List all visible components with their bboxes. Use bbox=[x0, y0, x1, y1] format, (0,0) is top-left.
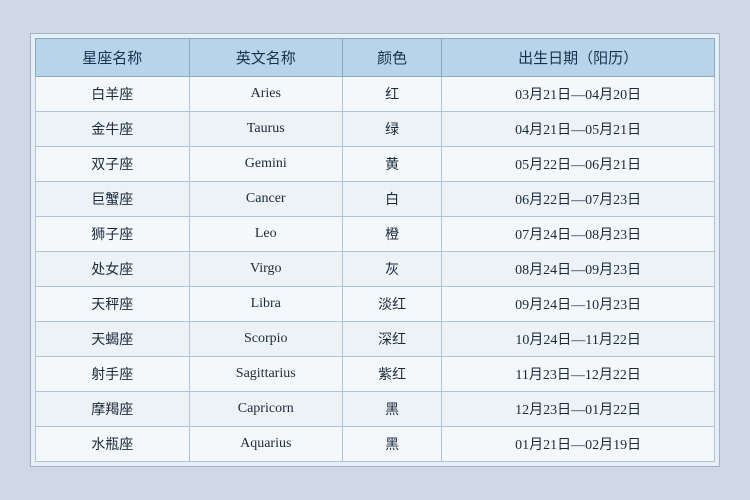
cell-english: Aries bbox=[189, 77, 343, 112]
cell-dates: 10月24日—11月22日 bbox=[442, 322, 715, 357]
col-header-chinese: 星座名称 bbox=[36, 39, 190, 77]
col-header-english: 英文名称 bbox=[189, 39, 343, 77]
cell-color: 紫红 bbox=[343, 357, 442, 392]
table-row: 水瓶座Aquarius黑01月21日—02月19日 bbox=[36, 427, 715, 462]
cell-dates: 04月21日—05月21日 bbox=[442, 112, 715, 147]
cell-dates: 05月22日—06月21日 bbox=[442, 147, 715, 182]
cell-english: Capricorn bbox=[189, 392, 343, 427]
cell-chinese: 狮子座 bbox=[36, 217, 190, 252]
col-header-dates: 出生日期（阳历） bbox=[442, 39, 715, 77]
cell-chinese: 巨蟹座 bbox=[36, 182, 190, 217]
cell-dates: 08月24日—09月23日 bbox=[442, 252, 715, 287]
table-row: 处女座Virgo灰08月24日—09月23日 bbox=[36, 252, 715, 287]
cell-color: 深红 bbox=[343, 322, 442, 357]
cell-dates: 03月21日—04月20日 bbox=[442, 77, 715, 112]
cell-english: Taurus bbox=[189, 112, 343, 147]
cell-english: Virgo bbox=[189, 252, 343, 287]
cell-color: 橙 bbox=[343, 217, 442, 252]
cell-english: Leo bbox=[189, 217, 343, 252]
cell-chinese: 双子座 bbox=[36, 147, 190, 182]
table-row: 巨蟹座Cancer白06月22日—07月23日 bbox=[36, 182, 715, 217]
cell-dates: 07月24日—08月23日 bbox=[442, 217, 715, 252]
cell-color: 黄 bbox=[343, 147, 442, 182]
cell-english: Gemini bbox=[189, 147, 343, 182]
table-row: 双子座Gemini黄05月22日—06月21日 bbox=[36, 147, 715, 182]
cell-chinese: 天蝎座 bbox=[36, 322, 190, 357]
zodiac-table: 星座名称 英文名称 颜色 出生日期（阳历） 白羊座Aries红03月21日—04… bbox=[35, 38, 715, 462]
cell-color: 白 bbox=[343, 182, 442, 217]
cell-dates: 01月21日—02月19日 bbox=[442, 427, 715, 462]
table-row: 白羊座Aries红03月21日—04月20日 bbox=[36, 77, 715, 112]
cell-dates: 06月22日—07月23日 bbox=[442, 182, 715, 217]
table-row: 摩羯座Capricorn黑12月23日—01月22日 bbox=[36, 392, 715, 427]
cell-english: Scorpio bbox=[189, 322, 343, 357]
cell-chinese: 水瓶座 bbox=[36, 427, 190, 462]
cell-chinese: 金牛座 bbox=[36, 112, 190, 147]
cell-chinese: 天秤座 bbox=[36, 287, 190, 322]
cell-chinese: 摩羯座 bbox=[36, 392, 190, 427]
table-body: 白羊座Aries红03月21日—04月20日金牛座Taurus绿04月21日—0… bbox=[36, 77, 715, 462]
table-row: 天秤座Libra淡红09月24日—10月23日 bbox=[36, 287, 715, 322]
cell-dates: 09月24日—10月23日 bbox=[442, 287, 715, 322]
table-header-row: 星座名称 英文名称 颜色 出生日期（阳历） bbox=[36, 39, 715, 77]
cell-english: Aquarius bbox=[189, 427, 343, 462]
cell-color: 黑 bbox=[343, 392, 442, 427]
cell-english: Sagittarius bbox=[189, 357, 343, 392]
cell-chinese: 白羊座 bbox=[36, 77, 190, 112]
col-header-color: 颜色 bbox=[343, 39, 442, 77]
cell-color: 灰 bbox=[343, 252, 442, 287]
table-row: 射手座Sagittarius紫红11月23日—12月22日 bbox=[36, 357, 715, 392]
cell-dates: 11月23日—12月22日 bbox=[442, 357, 715, 392]
zodiac-table-container: 星座名称 英文名称 颜色 出生日期（阳历） 白羊座Aries红03月21日—04… bbox=[30, 33, 720, 467]
cell-chinese: 处女座 bbox=[36, 252, 190, 287]
table-row: 天蝎座Scorpio深红10月24日—11月22日 bbox=[36, 322, 715, 357]
cell-color: 红 bbox=[343, 77, 442, 112]
table-row: 狮子座Leo橙07月24日—08月23日 bbox=[36, 217, 715, 252]
table-row: 金牛座Taurus绿04月21日—05月21日 bbox=[36, 112, 715, 147]
cell-dates: 12月23日—01月22日 bbox=[442, 392, 715, 427]
cell-color: 淡红 bbox=[343, 287, 442, 322]
cell-english: Libra bbox=[189, 287, 343, 322]
cell-color: 黑 bbox=[343, 427, 442, 462]
cell-chinese: 射手座 bbox=[36, 357, 190, 392]
cell-english: Cancer bbox=[189, 182, 343, 217]
cell-color: 绿 bbox=[343, 112, 442, 147]
